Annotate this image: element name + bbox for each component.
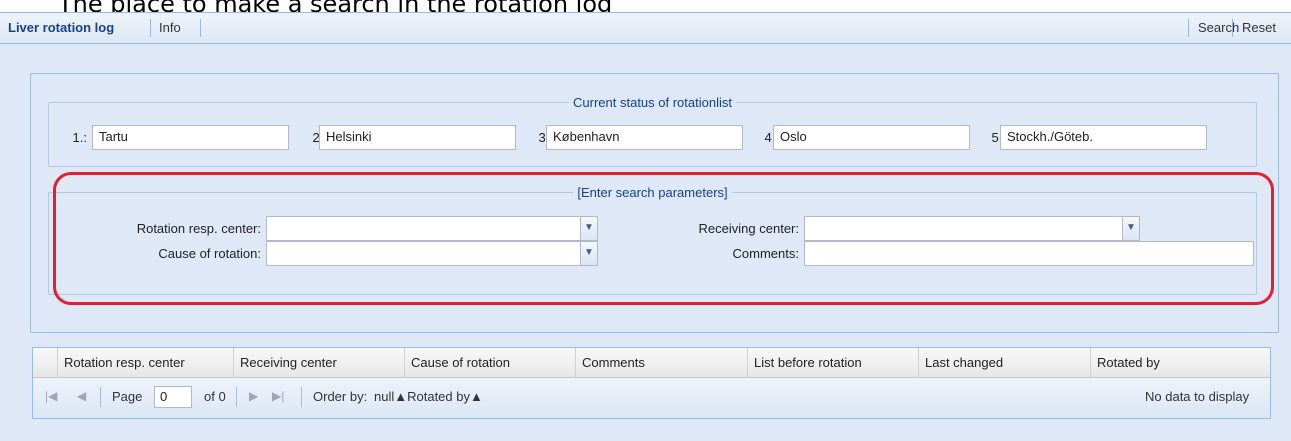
grid-row-number-header bbox=[33, 348, 58, 377]
page-label: Page bbox=[112, 389, 143, 404]
rotation-log-grid: Rotation resp. center Receiving center C… bbox=[32, 347, 1271, 419]
column-header[interactable]: Last changed bbox=[919, 348, 1091, 377]
page-number-input[interactable]: 0 bbox=[154, 386, 192, 408]
status-field-4: Oslo bbox=[773, 125, 970, 150]
last-page-icon[interactable]: ▶| bbox=[272, 389, 284, 403]
status-field-5: Stockh./Göteb. bbox=[1000, 125, 1207, 150]
column-header[interactable]: Rotation resp. center bbox=[58, 348, 234, 377]
column-header[interactable]: Rotated by bbox=[1091, 348, 1270, 377]
pager-toolbar: |◀ ◀ Page 0 of 0 ▶ ▶| Order by: null▲Rot… bbox=[33, 378, 1270, 418]
order-by-label: Order by: bbox=[313, 389, 368, 404]
next-page-icon[interactable]: ▶ bbox=[249, 389, 258, 403]
toolbar-separator bbox=[1232, 19, 1233, 37]
pager-separator bbox=[100, 387, 101, 407]
column-header[interactable]: Cause of rotation bbox=[405, 348, 576, 377]
first-page-icon[interactable]: |◀ bbox=[45, 389, 57, 403]
pager-separator bbox=[301, 387, 302, 407]
grid-header: Rotation resp. center Receiving center C… bbox=[33, 348, 1270, 378]
column-header[interactable]: Receiving center bbox=[234, 348, 405, 377]
status-field-2: Helsinki bbox=[319, 125, 516, 150]
column-header[interactable]: Comments bbox=[576, 348, 748, 377]
status-field-1: Tartu bbox=[92, 125, 289, 150]
page-count-label: of 0 bbox=[204, 389, 226, 404]
prev-page-icon[interactable]: ◀ bbox=[77, 389, 86, 403]
order-by-value[interactable]: null▲Rotated by▲ bbox=[374, 389, 483, 404]
search-button[interactable]: Search bbox=[1198, 20, 1239, 35]
reset-button[interactable]: Reset bbox=[1242, 20, 1276, 35]
toolbar-separator bbox=[1188, 19, 1189, 37]
rotation-status-legend: Current status of rotationlist bbox=[573, 95, 732, 110]
toolbar-title[interactable]: Liver rotation log bbox=[8, 20, 114, 35]
pager-separator bbox=[236, 387, 237, 407]
toolbar: Liver rotation log Info Search Reset bbox=[0, 12, 1291, 44]
column-header[interactable]: List before rotation bbox=[748, 348, 919, 377]
empty-grid-message: No data to display bbox=[1145, 389, 1250, 404]
status-label-1: 1.: bbox=[72, 130, 87, 145]
search-parameters-highlight bbox=[53, 172, 1274, 305]
toolbar-separator bbox=[200, 19, 201, 37]
status-field-3: København bbox=[546, 125, 743, 150]
toolbar-separator bbox=[150, 19, 151, 37]
info-button[interactable]: Info bbox=[159, 20, 181, 35]
